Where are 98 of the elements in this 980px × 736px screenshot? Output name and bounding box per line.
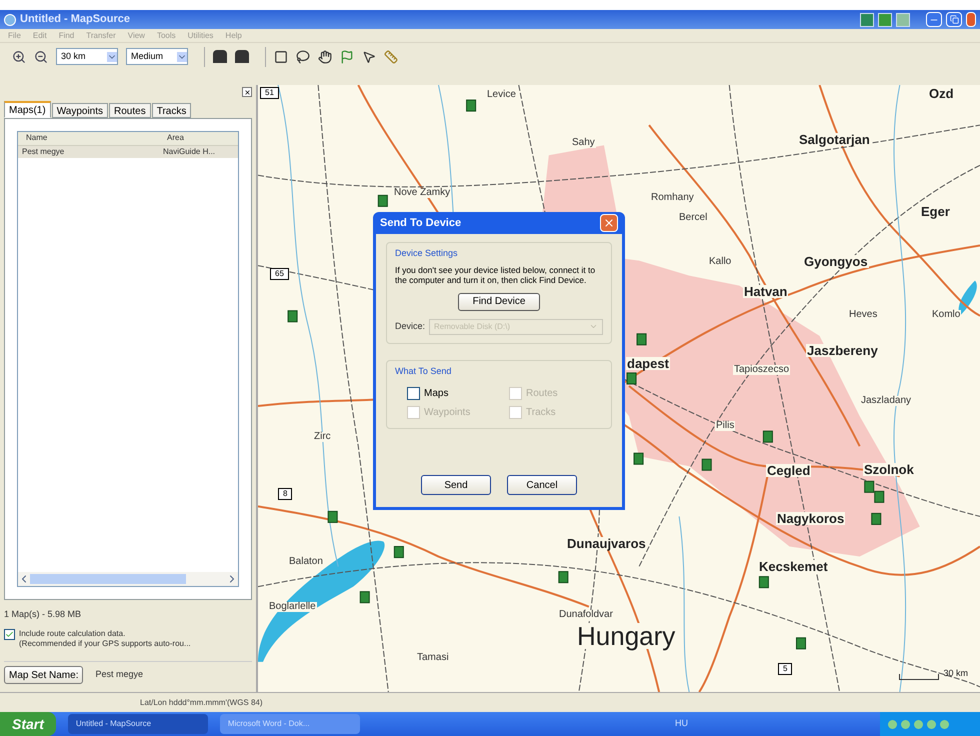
close-panel-button[interactable] (242, 87, 252, 97)
checkbox-note: (Recommended if your GPS supports auto-rou... (19, 639, 191, 649)
close-icon (603, 217, 615, 229)
scale-label: 30 km (943, 666, 968, 680)
table-row[interactable]: Pest megye NaviGuide H... (18, 146, 238, 158)
map-label: Bercel (678, 213, 708, 223)
tab[interactable]: Maps(1) (4, 101, 51, 118)
map-label: Gyongyos (803, 255, 869, 268)
caret-icon (589, 322, 598, 331)
map-label: Szolnok (863, 463, 915, 476)
caret-icon (177, 52, 187, 62)
map-label: Salgotarjan (798, 133, 871, 146)
map-label: Jaszladany (860, 396, 912, 406)
language-indicator: HU (675, 717, 688, 730)
hand-tool-icon[interactable] (318, 50, 332, 64)
map-label: Komlo (931, 310, 962, 320)
receive-device-icon[interactable] (213, 50, 227, 63)
column-header[interactable]: Area (163, 132, 238, 145)
map-label: Boglarlelle (268, 602, 317, 612)
device-label: Device: (395, 320, 426, 333)
pointer-icon[interactable] (362, 50, 376, 64)
map-label: Cegled (766, 464, 812, 477)
map-label: Ozd (928, 87, 955, 100)
dialog-button[interactable]: Cancel (507, 475, 577, 495)
map-label: Kecskemet (758, 560, 829, 573)
send-device-icon[interactable] (235, 50, 249, 63)
map-label: Nove Zamky (393, 188, 452, 198)
scrollbar-thumb[interactable] (30, 574, 186, 584)
close-button[interactable] (966, 12, 976, 27)
map-label: Kallo (708, 257, 732, 267)
map-set-name: Pest megye (95, 668, 144, 682)
zoom-in-icon[interactable] (12, 50, 26, 64)
select-tool-icon[interactable] (274, 50, 288, 64)
ruler-icon[interactable] (384, 50, 398, 64)
scale-bar (899, 674, 940, 680)
map-label: Dunaujvaros (566, 537, 647, 550)
detail-select[interactable]: Medium (126, 48, 188, 65)
tray-app-icon[interactable] (860, 12, 874, 26)
window-title: Untitled - MapSource (20, 12, 130, 28)
horizontal-scrollbar[interactable] (18, 572, 238, 586)
map-label: Heves (848, 310, 878, 320)
map-label: Tapioszecso (733, 365, 790, 375)
map-label: Eger (920, 205, 951, 218)
tab[interactable]: Waypoints (52, 103, 108, 118)
restore-icon (950, 15, 958, 24)
status-text: Lat/Lon hddd°mm.mmm'(WGS 84) (140, 696, 263, 708)
flag-icon[interactable] (340, 50, 354, 64)
taskbar-button[interactable]: Untitled - MapSource (68, 714, 208, 734)
minimize-button[interactable] (926, 12, 942, 27)
option-label: Waypoints (424, 406, 470, 420)
map-label: Hungary (576, 623, 676, 649)
option-label: Tracks (526, 406, 556, 420)
lasso-tool-icon[interactable] (296, 50, 310, 64)
dialog-message: If you don't see your device listed below, connect it to the computer and turn it on, then click Find Device. (395, 264, 596, 284)
dialog-title: Send To Device (380, 216, 462, 231)
map-label: Balaton (288, 557, 324, 567)
restore-button[interactable] (946, 12, 962, 27)
app-icon (4, 14, 16, 26)
checkbox-label: Include route calculation data. (19, 629, 126, 639)
table-cell-text: Pest megye (21, 146, 66, 158)
map-label: Dunafoldvar (558, 610, 614, 620)
tab[interactable]: Tracks (152, 103, 192, 118)
scale-select[interactable]: 30 km (56, 48, 118, 65)
tray-app-icon[interactable] (896, 12, 910, 26)
map-label: Romhany (650, 193, 695, 203)
group-title: What To Send (395, 364, 452, 378)
column-header[interactable]: Name (18, 132, 163, 145)
map-label: Tamasi (416, 653, 450, 663)
close-button[interactable] (600, 214, 618, 232)
road-number: 65 (270, 268, 289, 280)
road-number: 51 (260, 87, 279, 99)
checkbox[interactable] (407, 387, 420, 400)
map-label: Nagykoros (776, 512, 846, 525)
route-data-checkbox[interactable] (4, 629, 15, 640)
tab[interactable]: Routes (109, 103, 151, 118)
map-label: Zirc (313, 432, 332, 442)
option-label: Maps (424, 387, 448, 401)
find-device-button[interactable]: Find Device (458, 292, 540, 310)
tray-app-icon[interactable] (878, 12, 892, 26)
map-label: Hatvan (743, 285, 788, 298)
group-title: Device Settings (395, 247, 459, 260)
map-label: Jaszbereny (806, 344, 879, 357)
map-label: Sahy (571, 138, 596, 148)
option-label: Routes (526, 387, 558, 401)
map-label: dapest (626, 357, 670, 370)
start-button[interactable]: Start (0, 712, 56, 736)
table-cell-text: NaviGuide H... (163, 146, 216, 158)
check-icon (5, 630, 14, 639)
dialog-button[interactable]: Send (421, 475, 491, 495)
caret-icon (107, 52, 117, 62)
map-label: Pilis (715, 421, 736, 431)
map-set-name-button[interactable]: Map Set Name: (4, 666, 84, 684)
road-number: 5 (778, 663, 792, 675)
map-label: Levice (486, 90, 517, 100)
road-number: 8 (278, 488, 292, 500)
zoom-out-icon[interactable] (34, 50, 48, 64)
map-summary: 1 Map(s) - 5.98 MB (4, 608, 82, 621)
close-icon (244, 88, 250, 96)
